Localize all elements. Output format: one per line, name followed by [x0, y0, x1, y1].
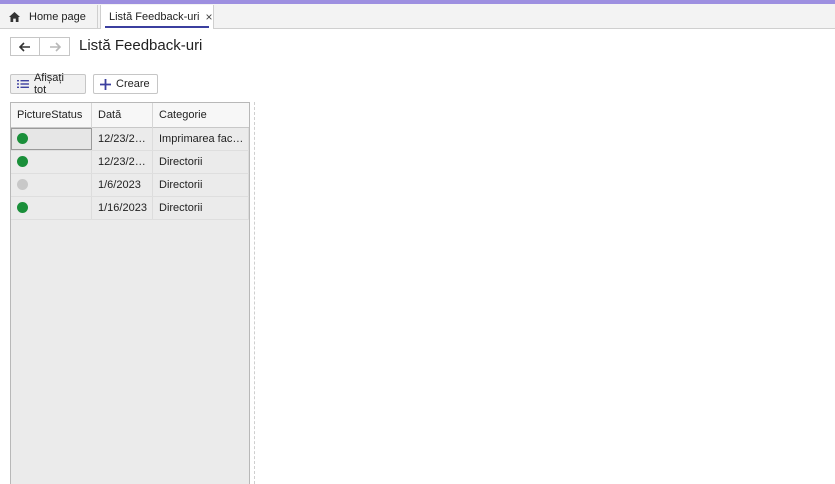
tab-home[interactable]: Home page — [0, 5, 98, 29]
column-header-date[interactable]: Dată — [92, 103, 153, 128]
show-all-button[interactable]: Afișați tot — [10, 72, 86, 96]
status-dot-icon — [17, 202, 28, 213]
date-cell[interactable]: 1/16/2023 — [92, 197, 153, 219]
table-row[interactable]: 12/23/2… Directorii — [11, 151, 249, 174]
tab-feedback-list-label: Listă Feedback-uri — [109, 11, 200, 23]
status-cell[interactable] — [11, 128, 92, 150]
show-all-label: Afișați tot — [33, 72, 64, 96]
list-icon — [17, 80, 29, 88]
category-cell[interactable]: Directorii — [153, 174, 249, 196]
status-cell[interactable] — [11, 174, 92, 196]
status-dot-icon — [17, 133, 28, 144]
status-dot-icon — [17, 156, 28, 167]
create-button[interactable]: Creare — [93, 74, 158, 94]
tab-feedback-list[interactable]: Listă Feedback-uri × — [100, 5, 214, 29]
grid-header: PictureStatus Dată Categorie — [11, 103, 249, 128]
status-cell[interactable] — [11, 197, 92, 219]
column-header-category[interactable]: Categorie — [153, 103, 249, 128]
table-row[interactable]: 1/16/2023 Directorii — [11, 197, 249, 220]
arrow-right-icon — [49, 41, 61, 52]
grid-body: 12/23/2… Imprimarea fac… 12/23/2… Directori… — [11, 128, 249, 220]
feedback-grid: PictureStatus Dată Categorie 12/23/2… Imp… — [10, 102, 250, 484]
plus-icon — [100, 78, 111, 90]
back-button[interactable] — [10, 37, 40, 56]
category-cell[interactable]: Directorii — [153, 197, 249, 219]
column-header-picture-status[interactable]: PictureStatus — [11, 103, 92, 128]
status-cell[interactable] — [11, 151, 92, 173]
table-row[interactable]: 1/6/2023 Directorii — [11, 174, 249, 197]
close-icon[interactable]: × — [206, 10, 213, 24]
arrow-left-icon — [19, 41, 30, 52]
date-cell[interactable]: 12/23/2… — [92, 128, 153, 150]
date-cell[interactable]: 1/6/2023 — [92, 174, 153, 196]
category-cell[interactable]: Directorii — [153, 151, 249, 173]
active-tab-indicator — [105, 26, 209, 28]
forward-button[interactable] — [40, 37, 70, 56]
page-title: Listă Feedback-uri — [79, 37, 203, 54]
status-dot-icon — [17, 179, 28, 190]
tab-home-label: Home page — [29, 11, 86, 23]
tab-bar: Home page Listă Feedback-uri × — [0, 4, 835, 29]
table-row[interactable]: 12/23/2… Imprimarea fac… — [11, 128, 249, 151]
panel-splitter[interactable] — [254, 102, 255, 484]
navigation-buttons — [10, 37, 70, 56]
home-icon — [9, 12, 20, 22]
category-cell[interactable]: Imprimarea fac… — [153, 128, 249, 150]
create-label: Creare — [116, 78, 150, 90]
date-cell[interactable]: 12/23/2… — [92, 151, 153, 173]
